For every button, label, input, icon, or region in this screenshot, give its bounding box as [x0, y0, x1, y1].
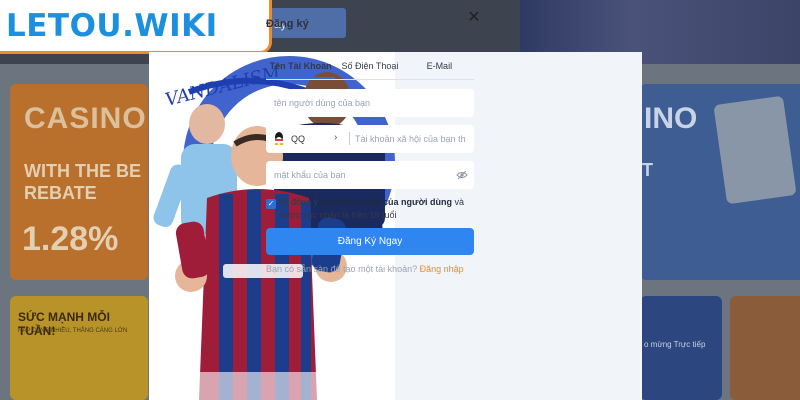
tab-phone[interactable]: Số Điện Thoại: [335, 58, 404, 79]
social-account-input[interactable]: Tài khoản xã hội của bạn th: [355, 134, 471, 144]
casino-card-title: CASINO: [24, 102, 147, 135]
close-button[interactable]: ✕: [466, 10, 482, 26]
casino-card-rate: 1.28%: [22, 220, 119, 258]
chevron-right-icon[interactable]: ›: [334, 132, 337, 143]
login-prompt-line: Bạn có sẵn sàn để tạo một tài khoản? Đăn…: [266, 264, 464, 274]
casino-card-subtitle: WITH THE BE REBATE: [24, 161, 141, 203]
password-field: mật khẩu của bạn: [266, 161, 474, 189]
live-card-text: o mừng Trực tiếp: [644, 340, 706, 349]
background-promo-card: SỨC MẠNH MỖI TUẦN! NẠP CÀNG NHIỀU, THẮNG…: [10, 296, 148, 400]
username-input[interactable]: tên người dùng của bạn: [266, 89, 474, 117]
background-live-card: o mừng Trực tiếp: [640, 296, 722, 400]
password-input[interactable]: mật khẩu của bạn: [274, 170, 346, 180]
background-right-card: INO T: [640, 84, 800, 280]
terms-checkbox[interactable]: ✓: [266, 199, 276, 209]
tab-username[interactable]: Tên Tài Khoản: [266, 58, 336, 79]
background-esports-card: [730, 296, 800, 400]
site-logo-text: LETOU.WIKI: [6, 7, 218, 44]
register-now-button[interactable]: Đăng Ký Ngay: [266, 228, 474, 255]
social-type-select[interactable]: QQ: [291, 134, 305, 144]
background-casino-card: CASINO WITH THE BE REBATE 1.28%: [10, 84, 148, 280]
qq-penguin-icon: [274, 132, 284, 145]
terms-text: tôi đồng ý sự thỏa thuận của người dùng …: [279, 196, 478, 222]
terms-prefix: tôi đồng ý: [279, 197, 321, 207]
eye-slash-icon[interactable]: [456, 169, 468, 181]
social-account-field: QQ › Tài khoản xã hội của bạn th: [266, 125, 474, 153]
modal-title: Đăng ký: [266, 18, 309, 30]
login-link[interactable]: Đăng nhập: [420, 264, 464, 274]
right-card-subtitle: T: [642, 160, 653, 180]
playing-card-image: [713, 95, 797, 205]
site-logo: LETOU.WIKI: [0, 0, 272, 54]
register-tabs: Tên Tài Khoản Số Điện Thoại E-Mail: [266, 58, 474, 80]
field-divider: [349, 132, 350, 145]
login-prompt: Bạn có sẵn sàn để tạo một tài khoản?: [266, 264, 418, 274]
promo-card-subtitle: NẠP CÀNG NHIỀU, THẮNG CÀNG LỚN: [18, 328, 128, 334]
user-agreement-link[interactable]: sự thỏa thuận của người dùng: [321, 197, 452, 207]
close-icon[interactable]: ✕: [467, 9, 480, 26]
right-card-title: INO: [644, 102, 698, 135]
tab-email[interactable]: E-Mail: [405, 58, 474, 79]
